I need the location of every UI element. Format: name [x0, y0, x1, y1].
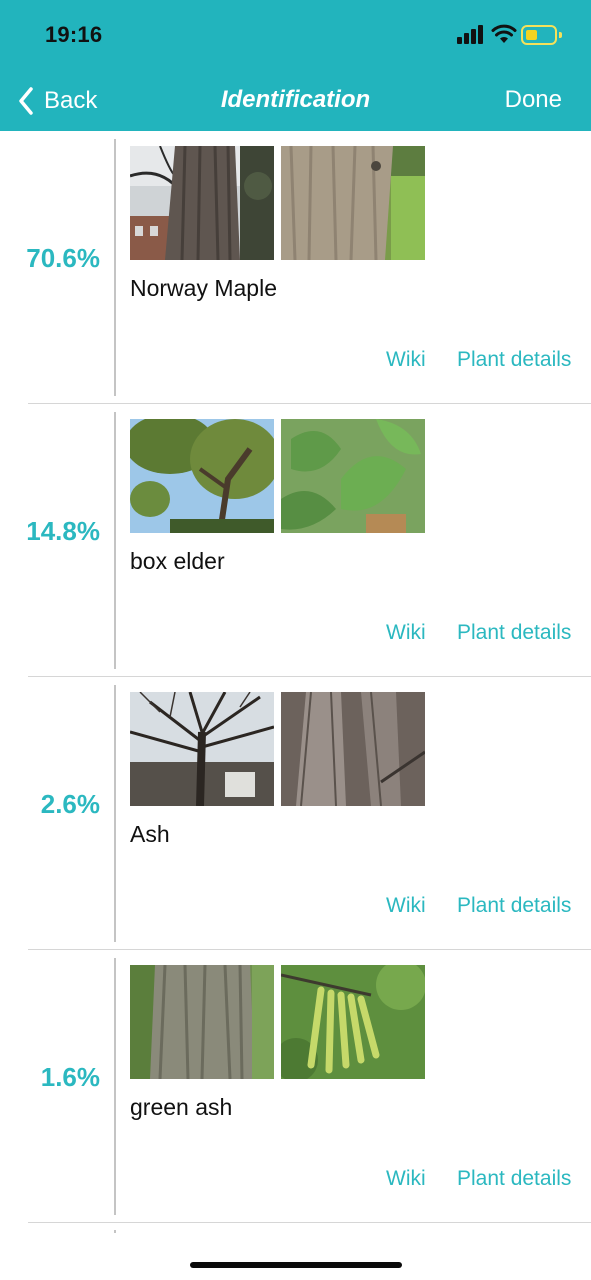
- vertical-divider: [114, 412, 116, 669]
- cellular-signal-icon: [457, 25, 483, 44]
- wiki-link[interactable]: Wiki: [386, 1167, 426, 1191]
- plant-name: green ash: [130, 1094, 233, 1120]
- plant-photo-trunk[interactable]: [281, 692, 425, 806]
- wiki-link[interactable]: Wiki: [386, 621, 426, 645]
- status-icons: [457, 24, 567, 46]
- match-percentage: 70.6%: [26, 243, 100, 273]
- home-indicator[interactable]: [190, 1262, 402, 1268]
- plant-photo-canopy[interactable]: [130, 419, 274, 533]
- app-header: 19:16 Back Identification Done: [0, 0, 591, 131]
- match-percentage: 1.6%: [40, 1062, 100, 1092]
- plant-photo-bark[interactable]: [130, 146, 274, 260]
- chevron-left-icon: [19, 87, 33, 115]
- plant-photo-leaves[interactable]: [281, 419, 425, 533]
- plant-details-link[interactable]: Plant details: [457, 621, 571, 645]
- wiki-link[interactable]: Wiki: [386, 894, 426, 918]
- done-button[interactable]: Done: [505, 86, 562, 114]
- plant-photo-seeds[interactable]: [281, 965, 425, 1079]
- plant-details-link[interactable]: Plant details: [457, 348, 571, 372]
- back-button[interactable]: Back: [18, 84, 97, 118]
- battery-icon: [521, 25, 557, 45]
- wifi-icon: [491, 24, 517, 43]
- plant-details-link[interactable]: Plant details: [457, 1167, 571, 1191]
- plant-photo-bark[interactable]: [130, 965, 274, 1079]
- plant-name: Ash: [130, 821, 170, 847]
- plant-photo-trunk[interactable]: [281, 146, 425, 260]
- vertical-divider: [114, 139, 116, 396]
- match-percentage: 14.8%: [26, 516, 100, 546]
- vertical-divider: [114, 1230, 116, 1233]
- result-item: 2.6% Ash Wiki Plant details: [0, 677, 591, 950]
- result-item: 1.6% green ash Wiki Plant details: [0, 950, 591, 1223]
- result-item: 70.6% Norway Maple Wiki Plant details: [0, 131, 591, 404]
- result-item: 14.8% box elder Wiki Plant details: [0, 404, 591, 677]
- battery-cap: [559, 32, 562, 38]
- back-label: Back: [44, 87, 98, 114]
- match-percentage: 2.6%: [40, 789, 100, 819]
- vertical-divider: [114, 685, 116, 942]
- row-divider: [28, 1222, 591, 1223]
- status-time: 19:16: [45, 22, 103, 47]
- vertical-divider: [114, 958, 116, 1215]
- plant-details-link[interactable]: Plant details: [457, 894, 571, 918]
- plant-photo-branches[interactable]: [130, 692, 274, 806]
- plant-name: Norway Maple: [130, 275, 277, 301]
- wiki-link[interactable]: Wiki: [386, 348, 426, 372]
- plant-name: box elder: [130, 548, 225, 574]
